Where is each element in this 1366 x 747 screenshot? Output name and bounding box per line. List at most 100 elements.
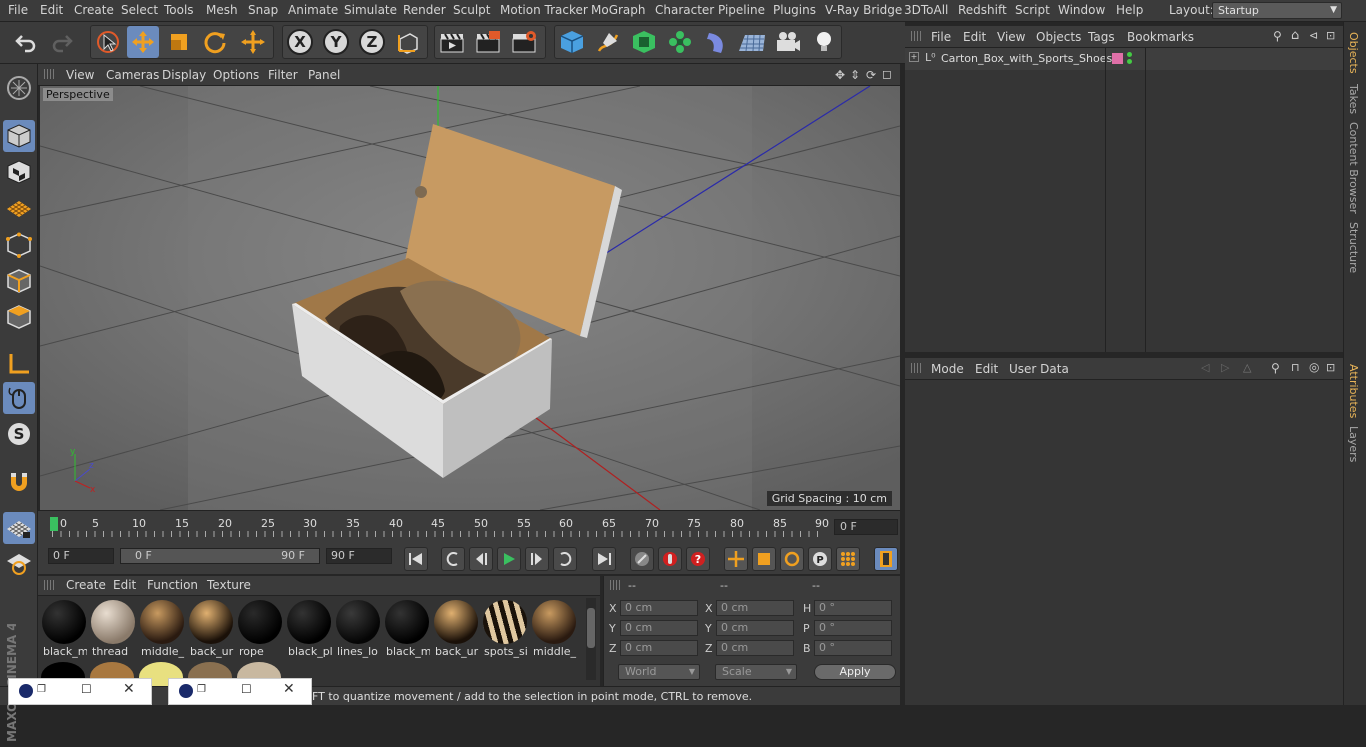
tab-attributes[interactable]: Attributes <box>1347 364 1360 418</box>
attributes-menu-mode[interactable]: Mode <box>931 362 964 376</box>
search-icon[interactable]: ⚲ <box>1271 361 1280 375</box>
record-button[interactable] <box>658 547 682 571</box>
planar-workplane-button[interactable] <box>3 548 35 580</box>
material-menu-create[interactable]: Create <box>66 578 106 592</box>
play-button[interactable] <box>497 547 521 571</box>
key-parameter-button[interactable]: P <box>808 547 832 571</box>
size-mode-dropdown[interactable]: Scale ▼ <box>715 664 797 680</box>
menu-mesh[interactable]: Mesh <box>206 3 238 17</box>
rot-b-field[interactable]: 0 ° <box>814 640 892 656</box>
menu-render[interactable]: Render <box>403 3 446 17</box>
light-button[interactable] <box>808 26 840 58</box>
make-editable-button[interactable] <box>3 72 35 104</box>
viewport-menu-display[interactable]: Display <box>162 68 206 82</box>
menu-window[interactable]: Window <box>1058 3 1105 17</box>
objects-menu-view[interactable]: View <box>997 30 1025 44</box>
rotate-tool-button[interactable] <box>199 26 231 58</box>
next-frame-button[interactable] <box>525 547 549 571</box>
back-arrow-icon[interactable]: ◁ <box>1201 361 1209 374</box>
move-tool-button[interactable] <box>127 26 159 58</box>
floor-environment-button[interactable] <box>736 26 768 58</box>
viewport-menu-options[interactable]: Options <box>213 68 259 82</box>
grip-handle-icon[interactable] <box>911 363 921 373</box>
tab-layers[interactable]: Layers <box>1347 426 1360 462</box>
rot-h-field[interactable]: 0 ° <box>814 600 892 616</box>
forward-arrow-icon[interactable]: ▷ <box>1221 361 1229 374</box>
close-icon[interactable]: ✕ <box>283 681 295 697</box>
material-menu-function[interactable]: Function <box>147 578 198 592</box>
restore-icon[interactable]: ❐ <box>37 684 46 695</box>
column-divider[interactable] <box>1145 48 1146 352</box>
material-item[interactable]: spots_si <box>482 599 528 658</box>
material-menu-texture[interactable]: Texture <box>207 578 251 592</box>
editor-visibility-dot[interactable] <box>1127 52 1132 57</box>
objects-menu-edit[interactable]: Edit <box>963 30 986 44</box>
cloner-button[interactable] <box>664 26 696 58</box>
next-key-button[interactable] <box>553 547 577 571</box>
objects-menu-objects[interactable]: Objects <box>1036 30 1081 44</box>
locked-workplane-button[interactable] <box>3 512 35 544</box>
expand-icon[interactable]: + <box>909 52 919 62</box>
render-visibility-dot[interactable] <box>1127 59 1132 64</box>
pos-x-field[interactable]: 0 cm <box>620 600 698 616</box>
material-item[interactable]: middle_ <box>531 599 577 658</box>
material-item[interactable]: back_ur <box>433 599 479 658</box>
perspective-viewport[interactable]: y z x Perspective Grid Spacing : 10 cm <box>40 86 900 510</box>
maximize-icon[interactable]: ☐ <box>81 682 92 696</box>
material-item[interactable]: middle_ <box>139 599 185 658</box>
key-scale-button[interactable] <box>752 547 776 571</box>
playhead-marker[interactable] <box>50 517 58 531</box>
search-icon[interactable]: ⚲ <box>1273 29 1282 43</box>
up-arrow-icon[interactable]: △ <box>1243 361 1251 374</box>
transform-tool-button[interactable] <box>237 26 269 58</box>
go-to-start-button[interactable] <box>404 547 428 571</box>
menu-edit[interactable]: Edit <box>40 3 63 17</box>
menu-motion-tracker[interactable]: Motion Tracker <box>500 3 588 17</box>
coordinate-space-dropdown[interactable]: World ▼ <box>618 664 700 680</box>
object-row[interactable]: + L⁰ Carton_Box_with_Sports_Shoes <box>905 48 1343 70</box>
render-picture-viewer-button[interactable] <box>472 26 504 58</box>
tab-objects[interactable]: Objects <box>1347 32 1360 74</box>
undo-button[interactable] <box>10 26 42 58</box>
objects-menu-tags[interactable]: Tags <box>1088 30 1115 44</box>
menu-vray-bridge[interactable]: V-Ray Bridge <box>825 3 902 17</box>
cube-object-button[interactable] <box>556 26 588 58</box>
render-view-button[interactable] <box>436 26 468 58</box>
rot-p-field[interactable]: 0 ° <box>814 620 892 636</box>
polygons-mode-button[interactable] <box>3 301 35 333</box>
viewport-menu-view[interactable]: View <box>66 68 94 82</box>
pos-y-field[interactable]: 0 cm <box>620 620 698 636</box>
menu-tools[interactable]: Tools <box>164 3 194 17</box>
pen-spline-button[interactable] <box>592 26 624 58</box>
menu-3dtoall[interactable]: 3DToAll <box>904 3 948 17</box>
grip-handle-icon[interactable] <box>911 31 921 41</box>
objects-menu-bookmarks[interactable]: Bookmarks <box>1127 30 1194 44</box>
grip-handle-icon[interactable] <box>44 69 54 79</box>
texture-mode-button[interactable] <box>3 156 35 188</box>
menu-pipeline[interactable]: Pipeline <box>718 3 765 17</box>
pos-z-field[interactable]: 0 cm <box>620 640 698 656</box>
maximize-icon[interactable]: ☐ <box>241 682 252 696</box>
coordinate-system-button[interactable] <box>392 26 424 58</box>
column-divider[interactable] <box>1105 48 1106 352</box>
key-position-button[interactable] <box>724 547 748 571</box>
material-item[interactable]: thread <box>90 599 136 658</box>
viewport-menu-filter[interactable]: Filter <box>268 68 298 82</box>
snap-button[interactable] <box>3 466 35 498</box>
workplane-mode-button[interactable] <box>3 192 35 224</box>
material-item[interactable]: black_m <box>384 599 430 658</box>
y-axis-lock-button[interactable]: Y <box>320 26 352 58</box>
lock-icon[interactable]: ⊓ <box>1291 361 1300 374</box>
axis-mode-button[interactable] <box>3 348 35 380</box>
tab-content-browser[interactable]: Content Browser <box>1347 122 1360 214</box>
subdivision-surface-button[interactable] <box>628 26 660 58</box>
layout-select[interactable]: Startup ▼ <box>1212 2 1342 19</box>
viewport-menu-cameras[interactable]: Cameras <box>106 68 159 82</box>
material-item[interactable]: black_pl <box>286 599 332 658</box>
go-to-end-button[interactable] <box>592 547 616 571</box>
menu-simulate[interactable]: Simulate <box>344 3 397 17</box>
restore-icon[interactable]: ❐ <box>197 684 206 695</box>
points-mode-button[interactable] <box>3 229 35 261</box>
menu-help[interactable]: Help <box>1116 3 1143 17</box>
frame-range-slider[interactable]: 0 F 90 F <box>120 548 320 564</box>
